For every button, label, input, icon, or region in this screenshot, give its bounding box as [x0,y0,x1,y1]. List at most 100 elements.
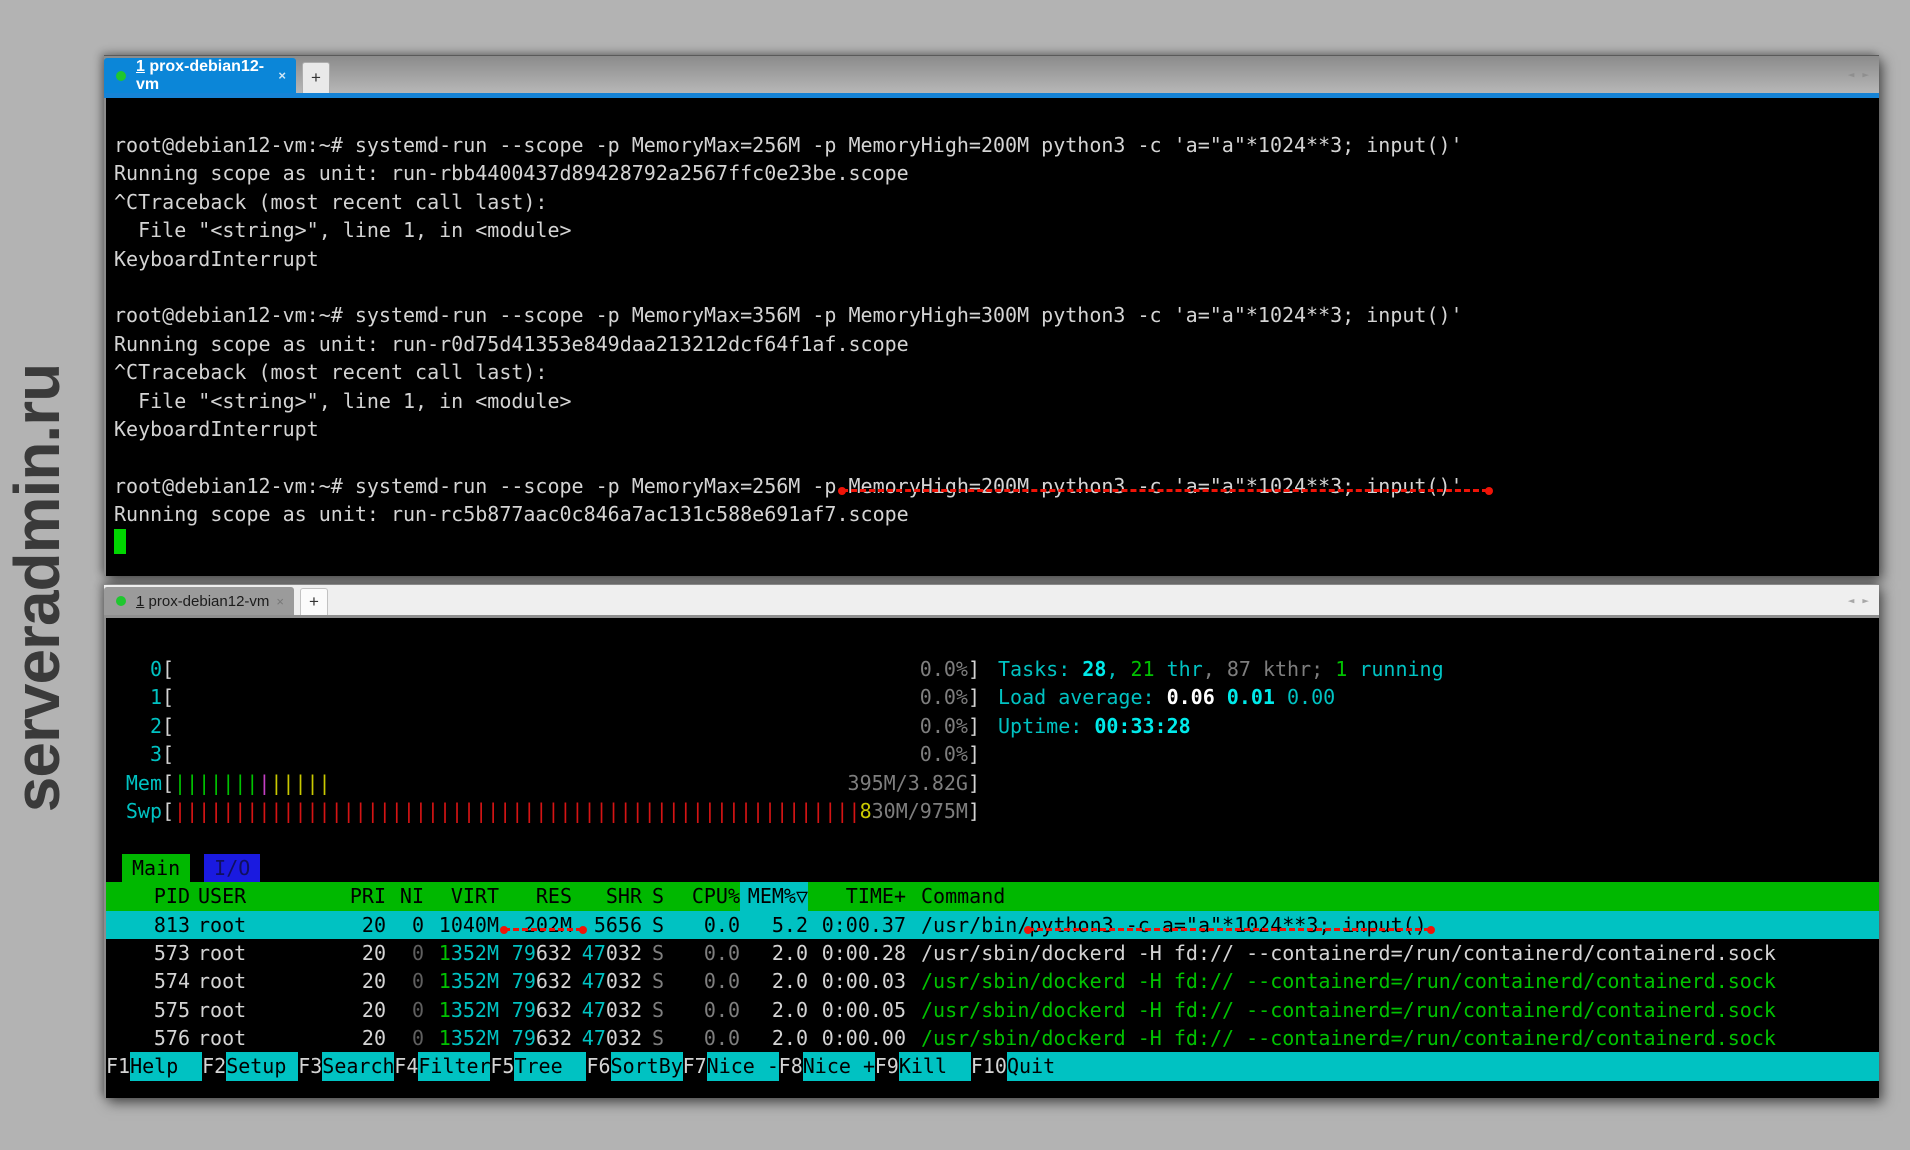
cell-res: 79632 [499,1024,572,1052]
column-header-time[interactable]: TIME+ [808,882,906,910]
column-header-user[interactable]: USER [190,882,320,910]
cell-cmd: /usr/bin/python3 -c a="a"*1024**3; input… [906,911,1879,939]
fkey-f7[interactable]: F7 [683,1052,707,1080]
cell-mem: 2.0 [740,939,808,967]
new-tab-button[interactable]: + [300,588,328,615]
tab-scroll-right-icon[interactable]: ► [1862,594,1869,607]
bottom-terminal-window: 1 prox-debian12-vm × + ◄ ► 0[0.0%]Tasks:… [104,584,1879,1098]
fkey-label-f8[interactable]: Nice + [803,1052,875,1080]
tab-prox-debian12-vm-active[interactable]: 1 prox-debian12-vm × [104,58,296,93]
bottom-tab-bar: 1 prox-debian12-vm × + ◄ ► [104,585,1879,615]
process-row-575[interactable]: 575root2001352M7963247032S0.02.00:00.05/… [106,996,1879,1024]
cell-shr: 47032 [572,1024,642,1052]
cell-pri: 20 [320,996,386,1024]
meter-label: 2 [114,712,162,740]
terminal-line [106,273,1879,301]
top-terminal-screen[interactable]: root@debian12-vm:~# systemd-run --scope … [104,98,1879,576]
cell-virt: 1352M [424,939,499,967]
tab-scroll-left-icon[interactable]: ◄ [1848,68,1855,81]
watermark-text: serveradmin.ru [0,308,96,868]
cell-pid: 813 [114,911,190,939]
fkey-label-f2[interactable]: Setup [226,1052,298,1080]
htop-display: 0[0.0%]Tasks: 28, 21 thr, 87 kthr; 1 run… [106,618,1879,1081]
cell-pri: 20 [320,911,386,939]
meter-bars: ||||||||||||| [174,769,847,797]
terminal-line: root@debian12-vm:~# systemd-run --scope … [106,131,1879,159]
fkey-f2[interactable]: F2 [202,1052,226,1080]
cell-pid: 574 [114,967,190,995]
bracket-close: ] [968,769,980,797]
terminal-line [106,443,1879,471]
cell-shr: 47032 [572,996,642,1024]
new-tab-button[interactable]: + [302,62,330,93]
tab-scroll-left-icon[interactable]: ◄ [1848,594,1855,607]
terminal-line: File "<string>", line 1, in <module> [106,216,1879,244]
htop-tab-io[interactable]: I/O [204,854,260,882]
cell-user: root [190,967,320,995]
column-header-cmd[interactable]: Command [906,882,1879,910]
column-header-s[interactable]: S [642,882,672,910]
fkey-f1[interactable]: F1 [106,1052,130,1080]
column-header-mem[interactable]: MEM%▽ [740,882,808,910]
fkey-f6[interactable]: F6 [586,1052,610,1080]
fkey-f10[interactable]: F10 [971,1052,1007,1080]
fkey-label-f9[interactable]: Kill [899,1052,971,1080]
meter: 2[0.0%] [114,712,980,740]
htop-terminal-screen[interactable]: 0[0.0%]Tasks: 28, 21 thr, 87 kthr; 1 run… [104,618,1879,1098]
cpu-meter-2: 2[0.0%]Uptime: 00:33:28 [106,712,1879,740]
fkey-f9[interactable]: F9 [875,1052,899,1080]
fkey-f4[interactable]: F4 [394,1052,418,1080]
htop-tab-main[interactable]: Main [122,854,190,882]
process-row-574[interactable]: 574root2001352M7963247032S0.02.00:00.03/… [106,967,1879,995]
bracket-open: [ [162,712,174,740]
process-row-813[interactable]: 813root2001040M202M5656S0.05.20:00.37/us… [106,911,1879,939]
cell-pri: 20 [320,1024,386,1052]
bracket-open: [ [162,655,174,683]
cell-mem: 2.0 [740,996,808,1024]
fkey-label-f1[interactable]: Help [130,1052,202,1080]
cell-cpu: 0.0 [672,1024,740,1052]
fkey-f5[interactable]: F5 [490,1052,514,1080]
fkey-f3[interactable]: F3 [298,1052,322,1080]
column-header-shr[interactable]: SHR [572,882,642,910]
cell-s: S [642,967,672,995]
cell-pid: 575 [114,996,190,1024]
tab-label: 1 prox-debian12-vm [136,58,278,94]
column-header-ni[interactable]: NI [386,882,424,910]
process-row-573[interactable]: 573root2001352M7963247032S0.02.00:00.28/… [106,939,1879,967]
terminal-line: root@debian12-vm:~# systemd-run --scope … [106,472,1879,500]
terminal-line: KeyboardInterrupt [106,415,1879,443]
close-tab-icon[interactable]: × [278,68,286,83]
column-header-pid[interactable]: PID [114,882,190,910]
meter-value: 0.0% [920,740,968,768]
cell-virt: 1352M [424,996,499,1024]
function-key-bar: F1HelpF2SetupF3SearchF4FilterF5TreeF6Sor… [106,1052,1879,1080]
terminal-line: Running scope as unit: run-rc5b877aac0c8… [106,500,1879,528]
bracket-open: [ [162,683,174,711]
fkey-label-f6[interactable]: SortBy [611,1052,683,1080]
column-header-cpu[interactable]: CPU% [672,882,740,910]
fkey-label-f7[interactable]: Nice - [707,1052,779,1080]
column-header-pri[interactable]: PRI [320,882,386,910]
htop-view-tabs: Main I/O [106,854,1879,882]
cell-time: 0:00.05 [808,996,906,1024]
top-terminal-lines: root@debian12-vm:~# systemd-run --scope … [106,98,1879,528]
cpu-meter-3: 3[0.0%] [106,740,1879,768]
tab-scroll-right-icon[interactable]: ► [1862,68,1869,81]
annotation-dash-memoryhigh-command [842,489,1488,492]
fkey-label-f3[interactable]: Search [322,1052,394,1080]
fkey-label-f5[interactable]: Tree [514,1052,586,1080]
process-row-576[interactable]: 576root2001352M7963247032S0.02.00:00.00/… [106,1024,1879,1052]
fkey-label-f10[interactable]: Quit [1007,1052,1879,1080]
fkey-label-f4[interactable]: Filter [418,1052,490,1080]
meter-bars [174,655,920,683]
process-table-header: PIDUSERPRINIVIRTRESSHRSCPU%MEM%▽TIME+Com… [106,882,1879,910]
close-tab-icon[interactable]: × [276,594,284,609]
cell-time: 0:00.03 [808,967,906,995]
column-header-virt[interactable]: VIRT [424,882,499,910]
column-header-res[interactable]: RES [499,882,572,910]
meter-bars [174,712,920,740]
tab-prox-debian12-vm-inactive[interactable]: 1 prox-debian12-vm × [104,587,294,615]
terminal-cursor [114,529,126,554]
fkey-f8[interactable]: F8 [779,1052,803,1080]
